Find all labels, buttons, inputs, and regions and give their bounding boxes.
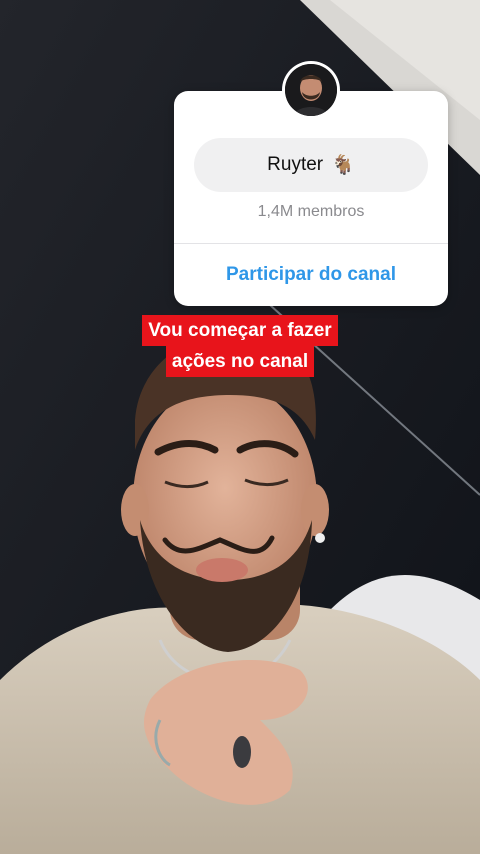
channel-name-pill: Ruyter 🐐 xyxy=(194,138,428,192)
channel-name: Ruyter xyxy=(267,154,324,175)
member-count: 1,4M membros xyxy=(257,203,365,220)
channel-avatar[interactable] xyxy=(282,61,340,119)
goat-emoji-icon: 🐐 xyxy=(331,155,355,176)
avatar-icon xyxy=(285,64,337,116)
caption-line-1: Vou começar a fazer xyxy=(142,315,338,346)
video-caption: Vou começar a fazer ações no canal xyxy=(0,315,480,377)
channel-card[interactable]: Ruyter 🐐 1,4M membros Participar do cana… xyxy=(174,91,448,306)
join-channel-button[interactable]: Participar do canal xyxy=(174,244,448,306)
caption-line-2: ações no canal xyxy=(165,346,315,377)
